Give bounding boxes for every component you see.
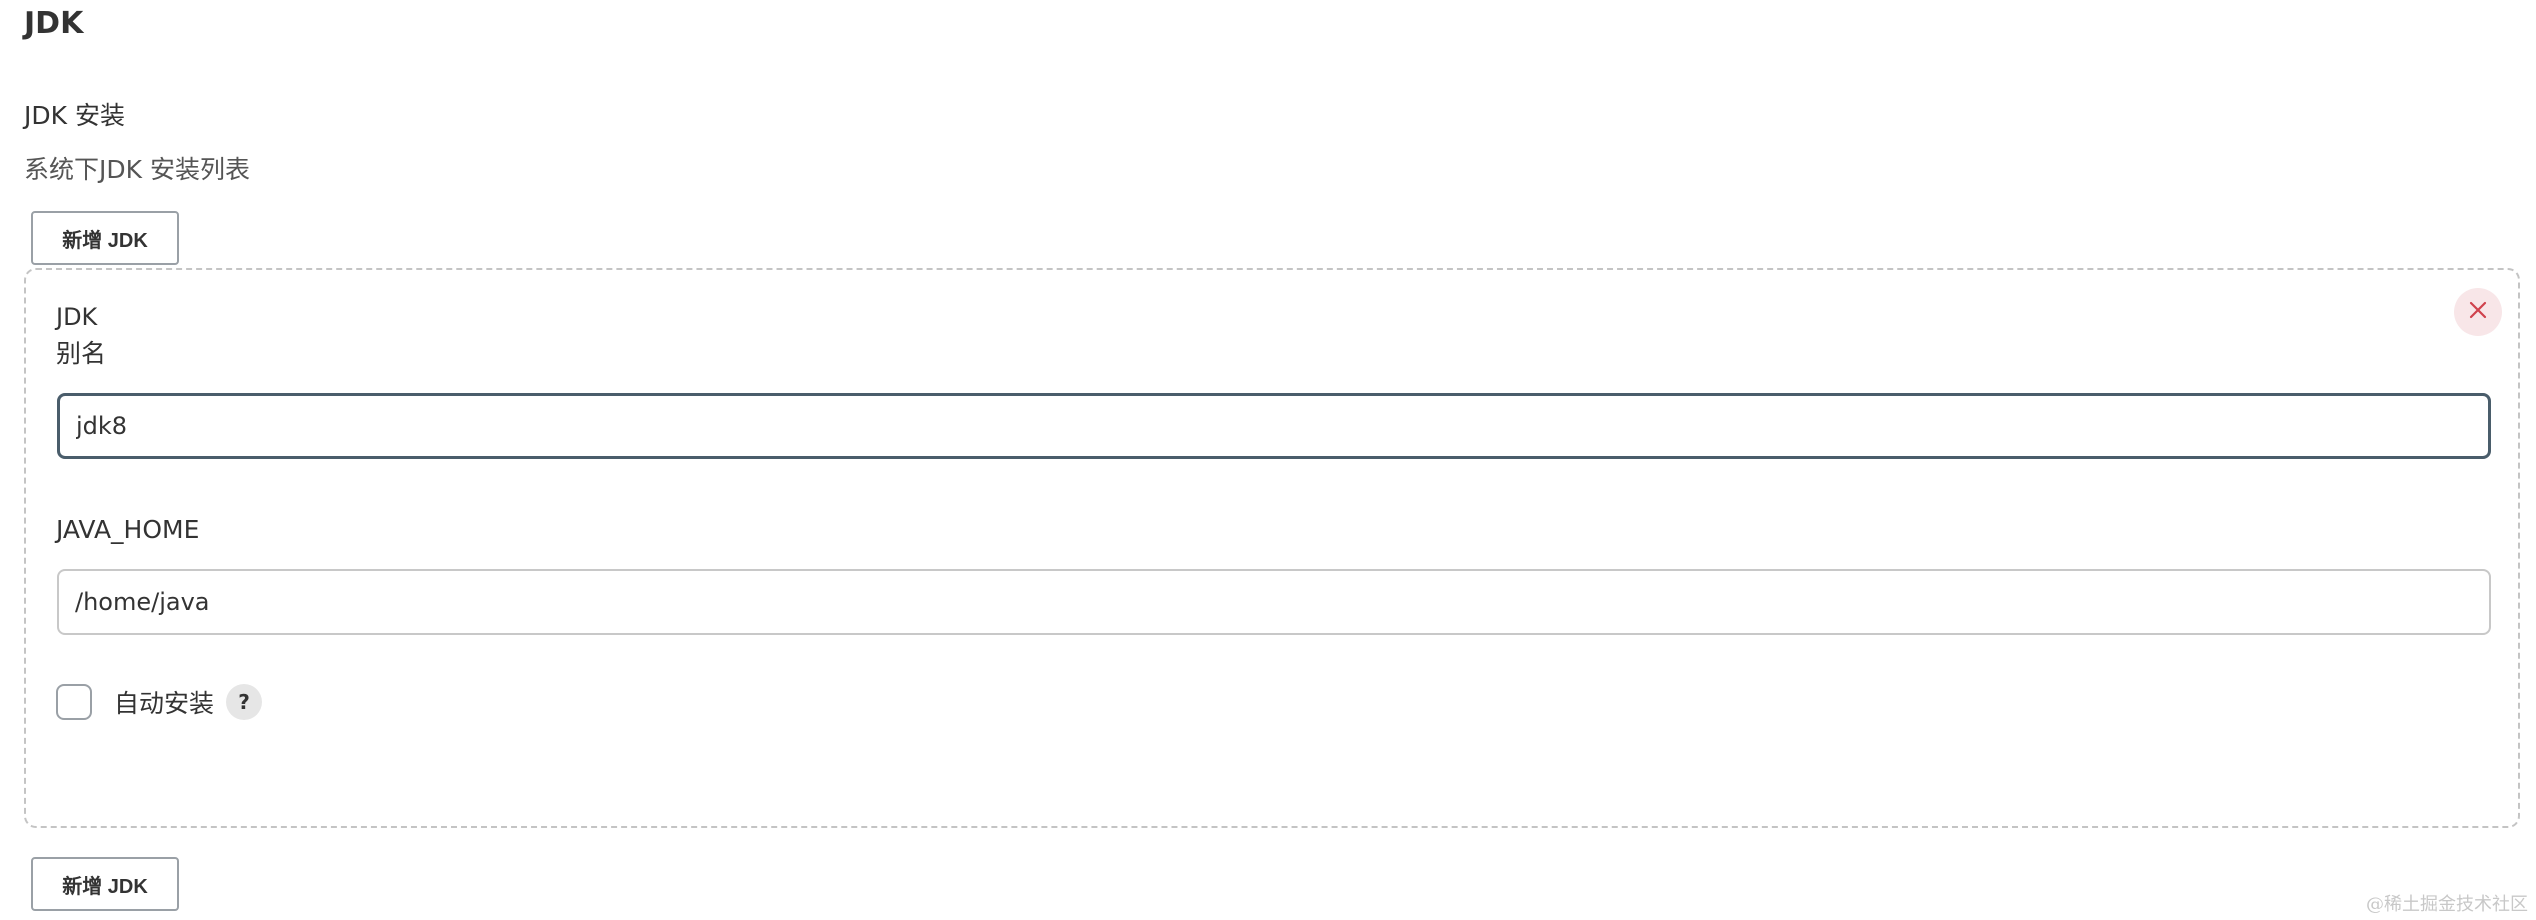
auto-install-label[interactable]: 自动安装 [114, 684, 214, 720]
jdk-installations-title: JDK 安装 [24, 101, 125, 130]
section-title: JDK [24, 6, 84, 41]
java-home-label: JAVA_HOME [56, 515, 200, 544]
jdk-entry-block: JDK 别名 JAVA_HOME 自动安装 ? [24, 268, 2520, 828]
add-jdk-button-top[interactable]: 新增 JDK [31, 211, 179, 265]
jdk-entry-kind-label: JDK [56, 303, 98, 331]
java-home-input[interactable] [57, 569, 2491, 635]
alias-input[interactable] [57, 393, 2491, 459]
help-icon[interactable]: ? [226, 684, 263, 720]
auto-install-checkbox[interactable] [56, 684, 92, 720]
auto-install-row: 自动安装 ? [56, 684, 263, 720]
jdk-config-page: JDK JDK 安装 系统下JDK 安装列表 新增 JDK JDK 别名 JAV… [0, 0, 2536, 920]
delete-jdk-button[interactable] [2454, 288, 2502, 336]
alias-label: 别名 [56, 339, 107, 368]
close-icon [2469, 301, 2487, 323]
watermark: @稀土掘金技术社区 [2366, 894, 2528, 915]
jdk-installations-description: 系统下JDK 安装列表 [24, 155, 250, 184]
add-jdk-button-bottom[interactable]: 新增 JDK [31, 857, 179, 911]
